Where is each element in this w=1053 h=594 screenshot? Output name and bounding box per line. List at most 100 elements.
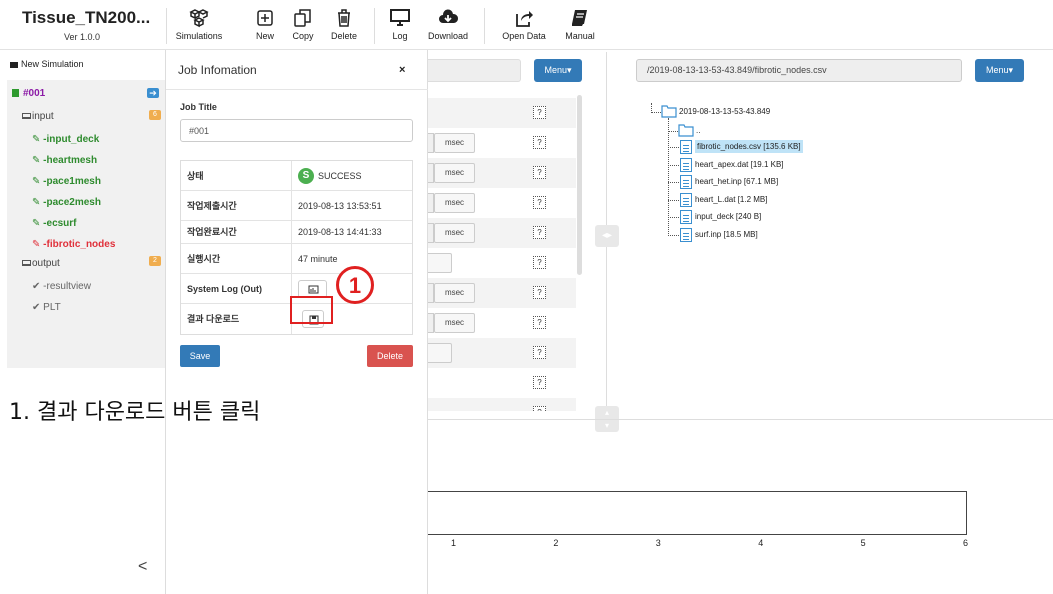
folder-icon [10, 61, 18, 68]
help-icon[interactable]: ? [533, 406, 546, 411]
tree-root-folder[interactable]: 2019-08-13-13-53-43.849 [679, 105, 770, 118]
info-key: 실행시간 [187, 254, 221, 264]
folder-icon [678, 124, 694, 137]
parameter-row: msec? [428, 278, 576, 308]
arrow-right-icon[interactable]: ➔ [147, 88, 159, 98]
file-item[interactable]: heart_het.inp [67.1 MB] [695, 175, 778, 188]
file-icon [680, 140, 692, 154]
help-icon[interactable]: ? [533, 226, 546, 239]
help-icon[interactable]: ? [533, 286, 546, 299]
input-item-fibrotic-nodes[interactable]: ✎ -fibrotic_nodes [32, 239, 115, 250]
simulations-label: Simulations [175, 31, 223, 41]
horizontal-resize-icon[interactable]: ◂▸ [595, 225, 619, 247]
x-tick-label: 1 [451, 538, 457, 548]
share-icon [516, 11, 533, 27]
new-simulation-link[interactable]: New Simulation [10, 59, 84, 69]
chart-plot-area [428, 491, 967, 535]
file-item[interactable]: heart_L.dat [1.2 MB] [695, 193, 768, 206]
output-item-resultview[interactable]: ✔ -resultview [32, 281, 91, 292]
middle-search-input[interactable] [428, 59, 521, 82]
output-item-label: -resultview [43, 281, 91, 292]
new-button[interactable]: New [250, 8, 280, 44]
job-item[interactable]: #001 [12, 88, 45, 99]
help-icon[interactable]: ? [533, 166, 546, 179]
file-menu-button[interactable]: Menu▾ [975, 59, 1024, 82]
unit-addon: msec [434, 223, 475, 243]
output-item-plt[interactable]: ✔ PLT [32, 302, 61, 313]
info-key: 작업제출시간 [187, 201, 237, 211]
help-icon[interactable]: ? [533, 136, 546, 149]
input-item-heartmesh[interactable]: ✎ -heartmesh [32, 155, 97, 166]
parameter-row: ? [428, 338, 576, 368]
cloud-download-icon [439, 9, 459, 23]
input-folder[interactable]: input [22, 111, 54, 122]
copy-button[interactable]: Copy [288, 8, 318, 44]
parameter-row: ? [428, 398, 576, 411]
laptop-icon [22, 113, 31, 120]
input-item-label: -input_deck [43, 134, 100, 145]
parameter-input[interactable] [428, 343, 452, 363]
delete-toolbar-button[interactable]: Delete [328, 8, 360, 44]
laptop-icon [22, 260, 31, 267]
help-icon[interactable]: ? [533, 256, 546, 269]
x-tick-label: 4 [758, 538, 764, 548]
input-item-label: -pace1mesh [43, 176, 101, 187]
tree-line [668, 199, 679, 201]
info-row-run-time: 실행시간 47 minute [181, 244, 412, 274]
info-value-cell: S SUCCESS [291, 161, 414, 190]
info-value-cell: 2019-08-13 13:53:51 [291, 191, 414, 220]
input-item-pace1mesh[interactable]: ✎ -pace1mesh [32, 176, 101, 187]
help-icon[interactable]: ? [533, 376, 546, 389]
help-icon[interactable]: ? [533, 316, 546, 329]
parameter-input[interactable] [428, 253, 452, 273]
input-item-input-deck[interactable]: ✎ -input_deck [32, 134, 99, 145]
log-button[interactable]: Log [386, 8, 414, 44]
output-folder[interactable]: output [22, 258, 60, 269]
file-item[interactable]: heart_apex.dat [19.1 KB] [695, 158, 784, 171]
save-button[interactable]: Save [180, 345, 220, 367]
tree-line [668, 164, 679, 166]
input-item-label: -ecsurf [43, 218, 77, 229]
header-divider [166, 8, 167, 44]
help-icon[interactable]: ? [533, 106, 546, 119]
edit-icon: ✎ [32, 218, 44, 229]
file-path-input[interactable]: /2019-08-13-13-53-43.849/fibrotic_nodes.… [636, 59, 962, 82]
help-icon[interactable]: ? [533, 196, 546, 209]
close-icon[interactable]: × [399, 64, 405, 76]
submit-time-value: 2019-08-13 13:53:51 [298, 201, 382, 211]
x-tick-label: 2 [553, 538, 559, 548]
middle-scrollbar[interactable] [577, 95, 582, 275]
download-button[interactable]: Download [426, 8, 470, 44]
open-data-button[interactable]: Open Data [500, 8, 548, 44]
app-title: Tissue_TN200... [22, 8, 151, 27]
x-tick-label: 3 [655, 538, 661, 548]
file-item[interactable]: fibrotic_nodes.csv [135.6 KB] [695, 140, 803, 153]
trash-icon [338, 9, 350, 27]
file-item[interactable]: surf.inp [18.5 MB] [695, 228, 758, 241]
manual-button[interactable]: Manual [562, 8, 598, 44]
new-simulation-label: New Simulation [21, 59, 84, 69]
header-divider [484, 8, 485, 44]
info-key: 결과 다운로드 [187, 314, 240, 324]
file-item[interactable]: input_deck [240 B] [695, 210, 761, 223]
sidebar-tree: #001 ➔ input 6 ✎ -input_deck ✎ -heartmes… [7, 80, 165, 368]
collapse-sidebar-button[interactable]: < [138, 558, 147, 576]
help-icon[interactable]: ? [533, 346, 546, 359]
simulations-button[interactable]: Simulations [173, 8, 225, 44]
middle-menu-button[interactable]: Menu▾ [534, 59, 582, 82]
tree-line [651, 112, 661, 113]
book-icon [572, 10, 587, 26]
plus-square-icon [257, 10, 273, 26]
tree-parent-folder[interactable]: .. [696, 124, 700, 137]
delete-button[interactable]: Delete [367, 345, 413, 367]
parameter-row: msec? [428, 188, 576, 218]
input-item-pace2mesh[interactable]: ✎ -pace2mesh [32, 197, 101, 208]
job-title-input[interactable] [180, 119, 413, 142]
end-time-value: 2019-08-13 14:41:33 [298, 227, 382, 237]
input-item-ecsurf[interactable]: ✎ -ecsurf [32, 218, 77, 229]
input-count-badge: 6 [149, 110, 161, 120]
output-folder-label: output [32, 258, 60, 269]
info-value-cell: 2019-08-13 14:41:33 [291, 221, 414, 243]
parameter-row: msec? [428, 158, 576, 188]
job-panel-divider [166, 89, 428, 90]
